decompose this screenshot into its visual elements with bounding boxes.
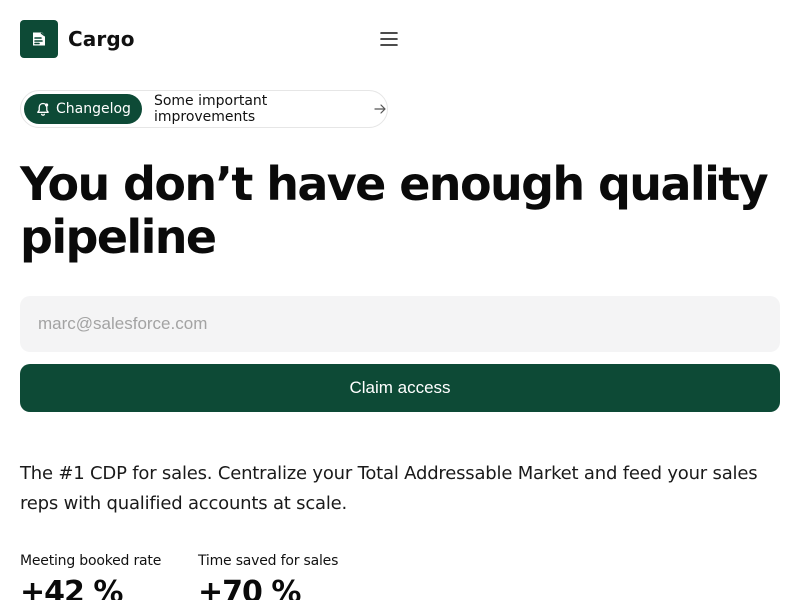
claim-access-button[interactable]: Claim access [20,364,780,412]
changelog-announcement[interactable]: Changelog Some important improvements [20,90,388,128]
stat-meeting-booked: Meeting booked rate +42 % [20,553,161,600]
email-input[interactable] [20,296,780,352]
site-header: Cargo [20,20,400,58]
announcement-text: Some important improvements [153,93,268,125]
hamburger-menu-icon[interactable] [378,29,400,49]
stat-time-saved: Time saved for sales +70 % [198,553,338,600]
stat-value: +42 % [20,575,123,600]
changelog-tag-label: Changelog [56,101,131,117]
bell-icon [36,102,50,116]
changelog-tag[interactable]: Changelog [24,94,142,124]
stat-label: Meeting booked rate [20,553,162,569]
hero-title: You don’t have enough quality pipeline [20,157,769,264]
brand-name[interactable]: Cargo [68,27,135,51]
cargo-logo-icon[interactable] [20,20,58,58]
stat-value: +70 % [198,575,301,600]
product-description: The #1 CDP for sales. Centralize your To… [20,463,758,514]
stat-label: Time saved for sales [198,553,339,569]
arrow-right-icon [374,104,387,114]
